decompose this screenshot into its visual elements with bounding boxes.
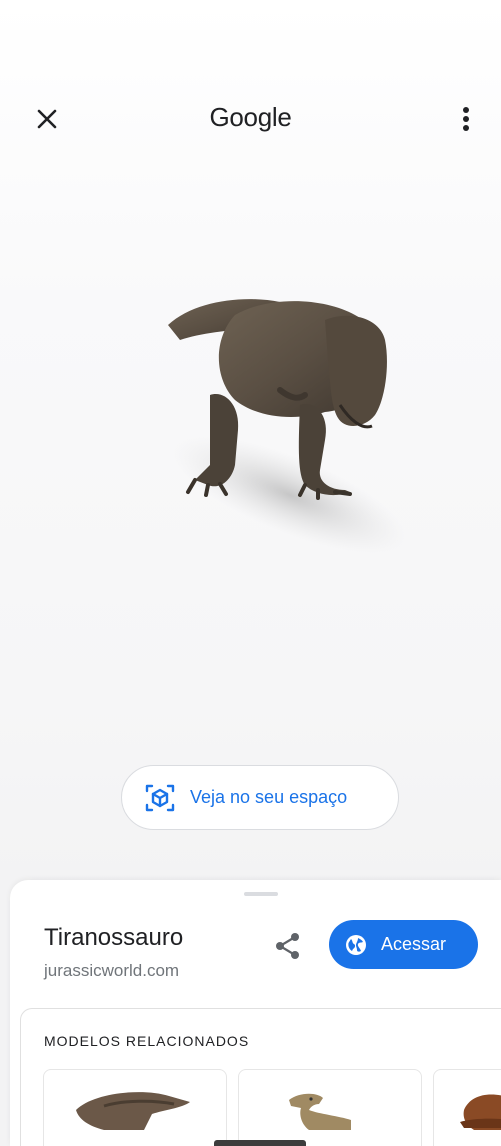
dinosaur-model-thumbnail [76,1092,190,1130]
related-models-card: MODELOS RELACIONADOS [20,1008,501,1146]
visit-website-button[interactable]: Acessar [329,920,478,969]
hat-model-thumbnail [460,1094,501,1130]
view-in-your-space-label: Veja no seu espaço [190,787,348,807]
page-title: Google [209,102,292,132]
system-navigation-handle[interactable] [214,1140,306,1146]
related-models-heading: MODELOS RELACIONADOS [44,1033,250,1049]
globe-icon [346,934,366,955]
model-title: Tiranossauro [44,924,184,951]
more-options-button[interactable] [452,101,480,137]
source-domain: jurassicworld.com [44,961,180,980]
tyrannosaurus-3d-model[interactable] [140,280,420,570]
view-in-your-space-button[interactable]: Veja no seu espaço [121,765,399,830]
related-model-thumbnail[interactable] [43,1069,227,1146]
related-model-thumbnail[interactable] [238,1069,422,1146]
related-model-thumbnail[interactable] [433,1069,501,1146]
visit-website-label: Acessar [381,934,447,954]
share-icon [276,933,299,959]
share-button[interactable] [270,928,306,964]
more-vert-icon [463,107,469,131]
view-in-ar-icon [145,784,175,811]
raptor-model-thumbnail [289,1093,351,1130]
sheet-drag-handle[interactable] [244,892,278,896]
info-bottom-sheet[interactable]: Tiranossauro jurassicworld.com Acessar M… [10,880,501,1146]
ar-viewer-screen: Google Veja no seu espaço Tiranossauro j… [0,0,501,1146]
